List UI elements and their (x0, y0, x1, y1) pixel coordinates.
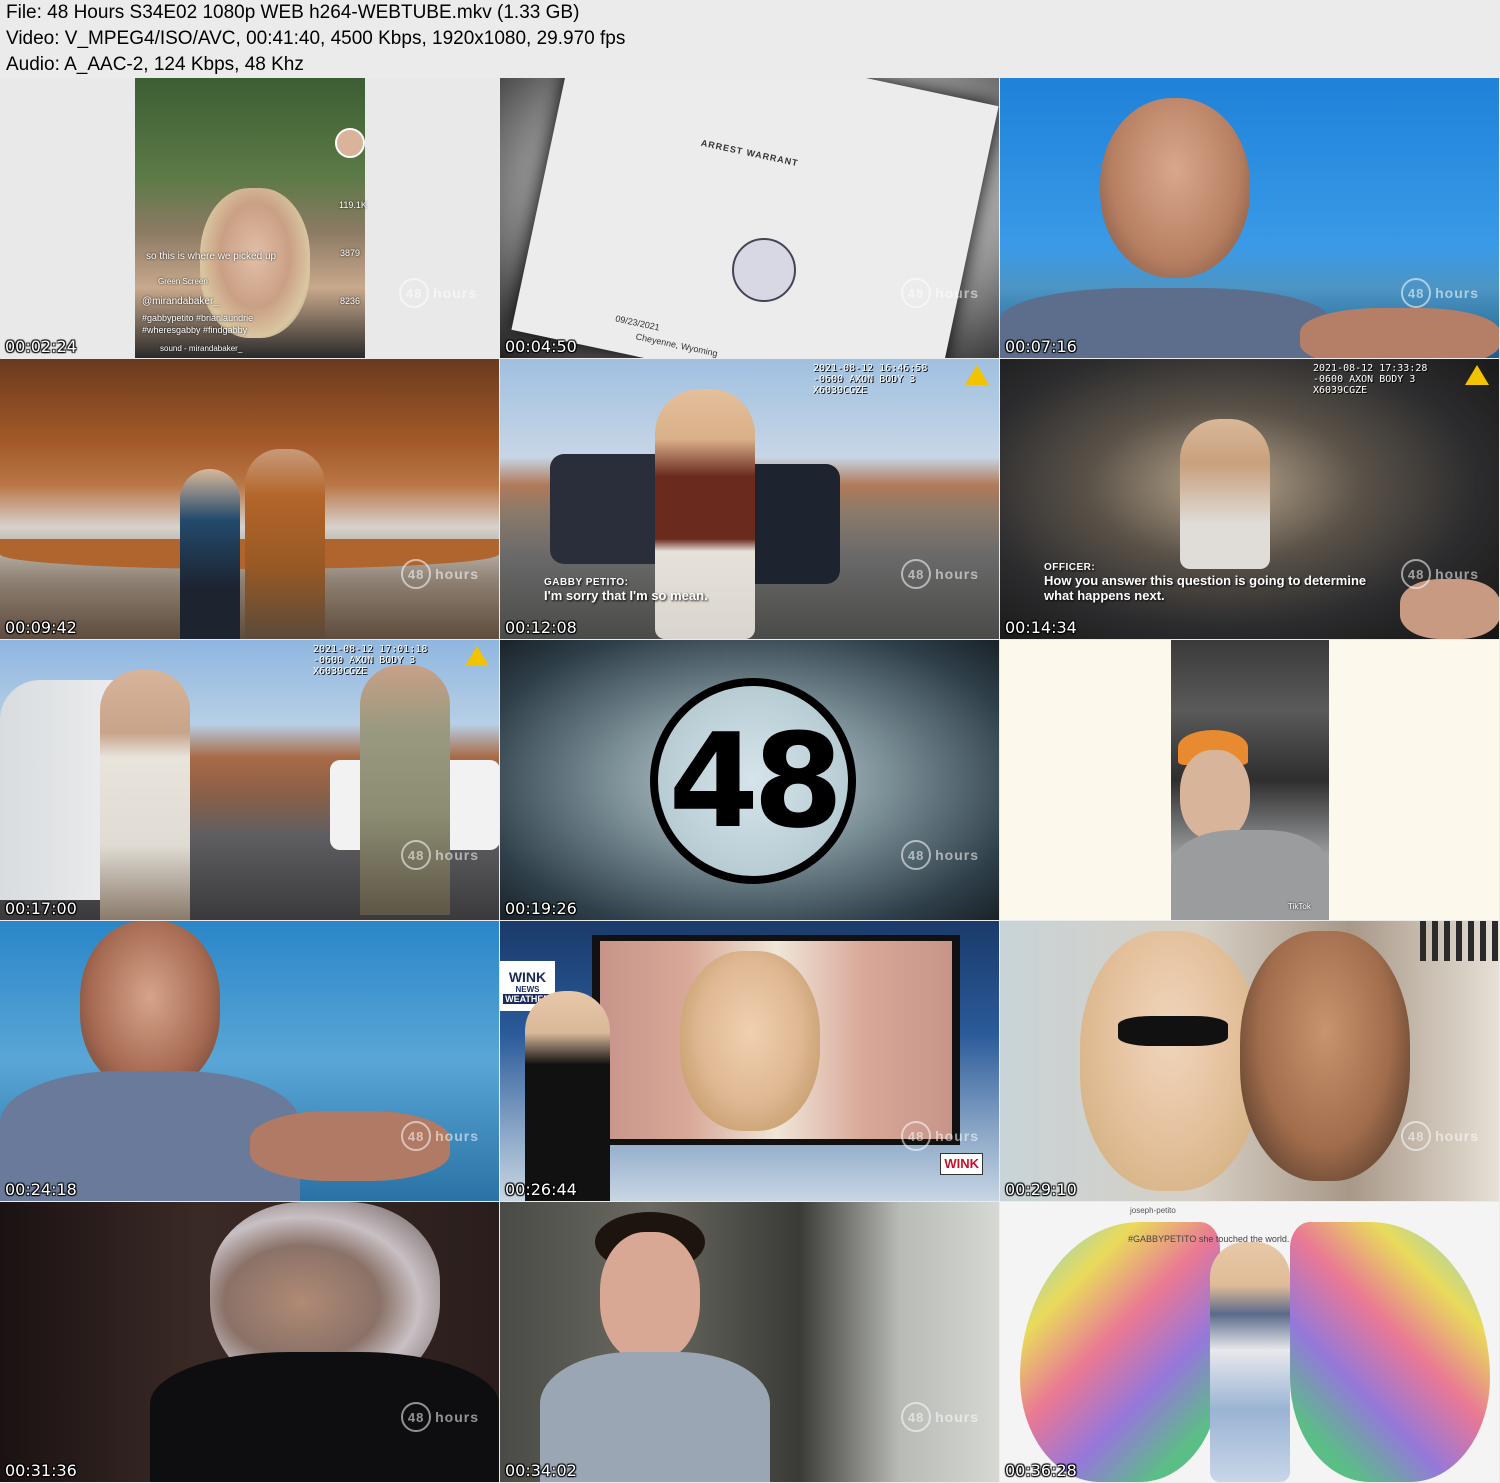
bodycam-stamp: 2021-08-12 16:46:58 -0600 AXON BODY 3 X6… (813, 363, 928, 396)
thumbnail-tile[interactable]: 48 hours 00:29:10 (1000, 921, 1499, 1201)
thumbnail-tile[interactable]: WINK NEWS WEATHER WINK 48 hours 00:26:44 (500, 921, 999, 1201)
48-hours-watermark: 48 hours (1401, 559, 1479, 589)
48-hours-watermark: 48 hours (901, 1121, 979, 1151)
timestamp: 00:19:26 (505, 899, 577, 918)
thumbnail-tile[interactable]: 2021-08-12 17:01:18 -0600 AXON BODY 3 X6… (0, 640, 499, 920)
timestamp: 00:26:44 (505, 1180, 577, 1199)
post-text: #GABBYPETITO she touched the world. (1128, 1234, 1290, 1244)
axon-logo-icon (965, 365, 989, 385)
48-hours-watermark: 48 hours (901, 1402, 979, 1432)
subtitle: GABBY PETITO: I'm sorry that I'm so mean… (544, 577, 708, 603)
video-line: Video: V_MPEG4/ISO/AVC, 00:41:40, 4500 K… (6, 28, 626, 49)
48-hours-watermark: 48 hours (401, 840, 479, 870)
thumbnail-tile[interactable]: joseph-petito #GABBYPETITO she touched t… (1000, 1202, 1499, 1482)
tiktok-tags: #gabbypetito #brianlaundrie #wheresgabby… (142, 313, 254, 335)
post-user: joseph-petito (1130, 1206, 1176, 1215)
timestamp: 00:04:50 (505, 337, 577, 356)
thumbnail-tile[interactable]: 119.1K 3879 8236 so this is where we pic… (0, 78, 499, 358)
bodycam-stamp: 2021-08-12 17:01:18 -0600 AXON BODY 3 X6… (313, 644, 428, 677)
thumbnail-tile[interactable]: ARREST WARRANT 09/23/2021 Cheyenne, Wyom… (500, 78, 999, 358)
timestamp: 00:09:42 (5, 618, 77, 637)
timestamp: 00:34:02 (505, 1461, 577, 1480)
thumbnail-tile[interactable]: 48 hours 00:31:36 (0, 1202, 499, 1482)
48-hours-logo: 48 (650, 678, 856, 884)
timestamp: 00:29:10 (1005, 1180, 1077, 1199)
48-hours-watermark: 48 hours (401, 559, 479, 589)
48-hours-watermark: 48 hours (901, 559, 979, 589)
48-hours-watermark: 48 hours (1401, 278, 1479, 308)
timestamp: 00:17:00 (5, 899, 77, 918)
thumbnail-tile[interactable]: 48 hours 00:09:42 (0, 359, 499, 639)
tiktok-sound: sound - mirandabaker_ (160, 344, 243, 353)
thumbnail-tile[interactable]: 48 hours 00:34:02 (500, 1202, 999, 1482)
bodycam-stamp: 2021-08-12 17:33:28 -0600 AXON BODY 3 X6… (1313, 363, 1428, 396)
48-hours-watermark: 48 hours (401, 1402, 479, 1432)
comments-count: 3879 (340, 248, 361, 258)
station-bug: WINK (940, 1153, 983, 1175)
subtitle-speaker: GABBY PETITO: (544, 577, 629, 588)
thumbnail-tile[interactable]: 2021-08-12 17:33:28 -0600 AXON BODY 3 X6… (1000, 359, 1499, 639)
timestamp: 00:36:28 (1005, 1461, 1077, 1480)
thumbnail-tile[interactable]: 48 hours 00:07:16 (1000, 78, 1499, 358)
subtitle-line: I'm sorry that I'm so mean. (544, 588, 708, 603)
likes-count: 119.1K (339, 200, 367, 210)
tiktok-user: @mirandabaker_ (142, 296, 219, 307)
thumbnail-tile[interactable]: TikTok (1000, 640, 1499, 920)
tiktok-watermark: TikTok (1288, 902, 1311, 911)
thumbnail-grid: 119.1K 3879 8236 so this is where we pic… (0, 78, 1500, 1483)
thumbnail-tile[interactable]: 48 48 hours 00:19:26 (500, 640, 999, 920)
timestamp: 00:24:18 (5, 1180, 77, 1199)
48-hours-watermark: 48 hours (401, 1121, 479, 1151)
48-hours-watermark: 48 hours (1401, 1121, 1479, 1151)
timestamp: 00:12:08 (505, 618, 577, 637)
thumbnail-tile[interactable]: 2021-08-12 16:46:58 -0600 AXON BODY 3 X6… (500, 359, 999, 639)
subtitle-line: How you answer this question is going to… (1044, 573, 1367, 588)
timestamp: 00:31:36 (5, 1461, 77, 1480)
file-info-header: File: 48 Hours S34E02 1080p WEB h264-WEB… (0, 0, 1500, 78)
subtitle-line-2: what happens next. (1044, 588, 1165, 603)
timestamp: 00:14:34 (1005, 618, 1077, 637)
48-hours-watermark: 48 hours (901, 278, 979, 308)
axon-logo-icon (465, 646, 489, 666)
timestamp: 00:02:24 (5, 337, 77, 356)
audio-line: Audio: A_AAC-2, 124 Kbps, 48 Khz (6, 54, 304, 75)
file-line: File: 48 Hours S34E02 1080p WEB h264-WEB… (6, 2, 580, 23)
filter-label: Green Screen (158, 277, 208, 286)
shares-count: 8236 (340, 296, 361, 306)
subtitle-speaker: OFFICER: (1044, 562, 1096, 573)
48-hours-watermark: 48 hours (399, 278, 477, 308)
48-hours-watermark: 48 hours (901, 840, 979, 870)
thumbnail-tile[interactable]: 48 hours 00:24:18 (0, 921, 499, 1201)
subtitle: OFFICER: How you answer this question is… (1044, 562, 1366, 603)
tiktok-caption: so this is where we picked up (146, 251, 277, 262)
timestamp: 00:07:16 (1005, 337, 1077, 356)
axon-logo-icon (1465, 365, 1489, 385)
